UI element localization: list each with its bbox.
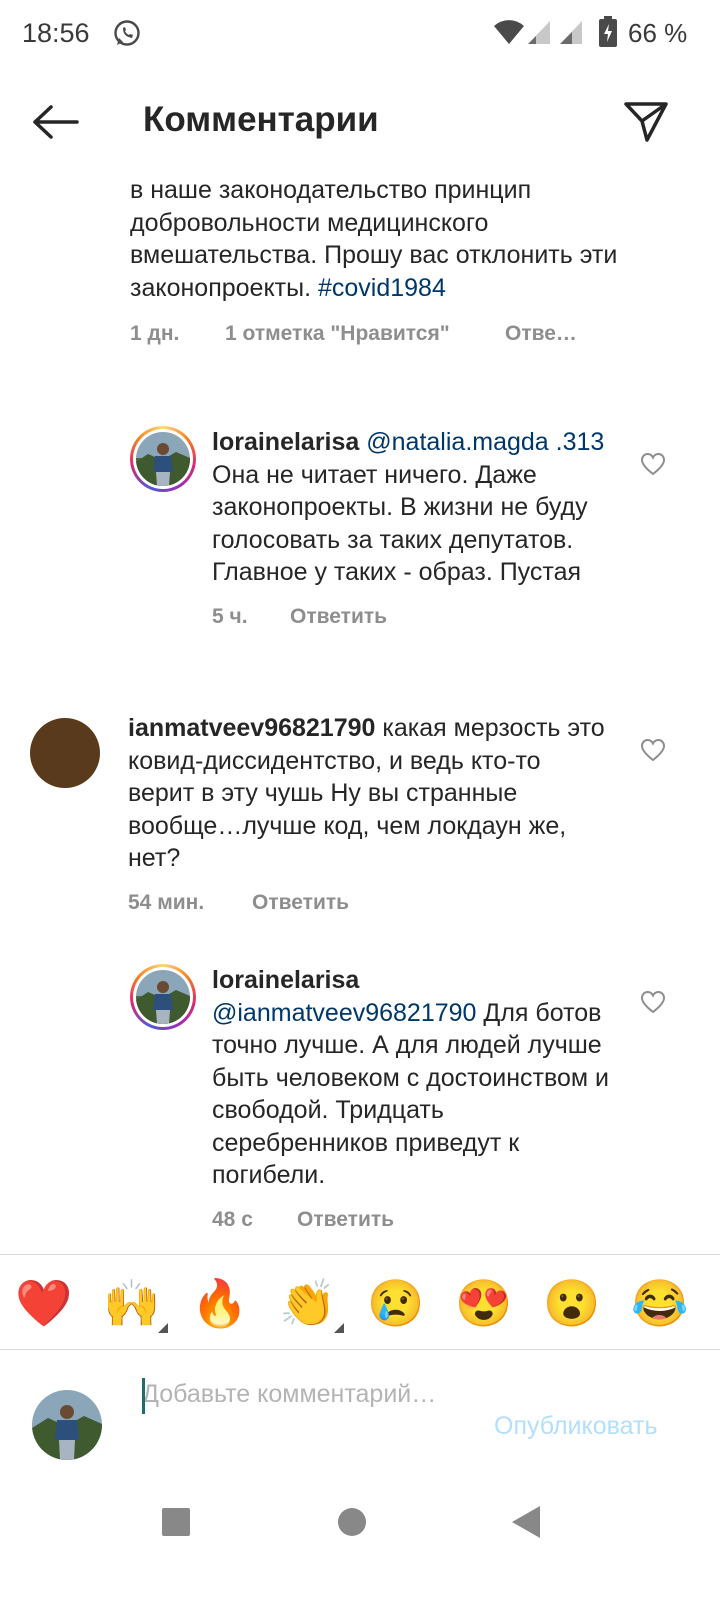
comment-meta: 1 дн. 1 отметка "Нравится" Отве…	[130, 322, 620, 346]
comment-text: lorainelarisa @natalia.magda .313 Она не…	[212, 428, 605, 586]
skin-tone-indicator	[334, 1323, 344, 1333]
likes-count[interactable]: 1 отметка "Нравится"	[225, 322, 505, 346]
raised-hands-emoji-button[interactable]: 🙌	[102, 1275, 168, 1333]
text-cursor	[142, 1378, 145, 1414]
heart-icon[interactable]	[640, 452, 666, 476]
crying-emoji-button[interactable]: 😢	[366, 1275, 426, 1331]
heart-emoji-button[interactable]: ❤️	[14, 1275, 74, 1331]
quick-reactions-bar: ❤️ 🙌 🔥 👏 😢 😍 😮 😂	[0, 1254, 720, 1350]
comment-meta: 5 ч. Ответить	[212, 605, 612, 629]
comments-list[interactable]: в наше законодательство принцип добровол…	[0, 170, 720, 1280]
comment-composer: Добавьте комментарий… Опубликовать	[0, 1350, 720, 1472]
heart-eyes-emoji-button[interactable]: 😍	[454, 1275, 514, 1331]
comment-time: 48 с	[212, 1207, 253, 1231]
reply-button[interactable]: Ответить	[252, 891, 349, 915]
circle-icon	[338, 1508, 366, 1536]
clapping-emoji-button[interactable]: 👏	[278, 1275, 344, 1333]
whatsapp-icon	[114, 20, 140, 46]
avatar[interactable]	[130, 426, 196, 492]
comment-item: в наше законодательство принцип добровол…	[130, 174, 620, 346]
comment-text: lorainelarisa @ianmatveev96821790 Для бо…	[212, 966, 609, 1189]
wifi-icon	[494, 20, 524, 44]
publish-button[interactable]: Опубликовать	[494, 1412, 657, 1441]
reply-button[interactable]: Ответить	[290, 605, 387, 629]
avatar[interactable]	[130, 964, 196, 1030]
mention-link[interactable]: @ianmatveev96821790	[212, 999, 476, 1027]
comment-body: ianmatveev96821790 какая мерзость это ко…	[128, 712, 612, 915]
send-icon	[624, 102, 668, 142]
signal-icon-2	[560, 21, 582, 44]
reply-button[interactable]: Ответить	[297, 1208, 394, 1232]
home-button[interactable]	[322, 1502, 382, 1542]
status-time: 18:56	[22, 18, 90, 48]
signal-icon	[528, 21, 550, 44]
profile-photo	[136, 432, 190, 486]
comment-meta: 48 с Ответить	[212, 1208, 612, 1232]
comment-placeholder: Добавьте комментарий…	[142, 1380, 437, 1408]
system-nav-bar	[0, 1472, 720, 1600]
heart-icon[interactable]	[640, 990, 666, 1014]
profile-photo	[136, 970, 190, 1024]
fire-emoji-button[interactable]: 🔥	[190, 1275, 250, 1331]
square-icon	[162, 1508, 190, 1536]
recents-button[interactable]	[146, 1502, 206, 1542]
mention-link[interactable]: @natalia.magda .313	[366, 428, 604, 456]
share-button[interactable]	[620, 96, 672, 148]
comment-text: ianmatveev96821790 какая мерзость это ко…	[128, 714, 605, 872]
skin-tone-indicator	[158, 1323, 168, 1333]
back-button[interactable]	[28, 98, 82, 146]
reply-button[interactable]: Отве…	[505, 322, 577, 346]
my-avatar	[32, 1390, 102, 1460]
username-link[interactable]: ianmatveev96821790	[128, 714, 375, 742]
reply-body: lorainelarisa @ianmatveev96821790 Для бо…	[212, 964, 612, 1232]
laughing-emoji-button[interactable]: 😂	[630, 1275, 690, 1331]
username-link[interactable]: lorainelarisa	[212, 966, 359, 994]
surprised-emoji-button[interactable]: 😮	[542, 1275, 602, 1331]
status-bar: 18:56 66 %	[0, 0, 720, 68]
comment-meta: 54 мин. Ответить	[128, 891, 612, 915]
page-title: Комментарии	[143, 100, 379, 139]
comment-time: 54 мин.	[128, 890, 205, 914]
reply-body: lorainelarisa @natalia.magda .313 Она не…	[212, 426, 612, 629]
battery-icon	[599, 16, 617, 47]
back-nav-button[interactable]	[496, 1502, 556, 1542]
top-bar: Комментарии	[0, 80, 720, 170]
avatar[interactable]	[30, 718, 100, 788]
hashtag-link[interactable]: #covid1984	[318, 274, 446, 302]
comment-time: 5 ч.	[212, 604, 248, 628]
arrow-left-icon	[33, 105, 79, 139]
comment-text: в наше законодательство принцип добровол…	[130, 176, 618, 302]
triangle-back-icon	[512, 1506, 540, 1538]
comment-input[interactable]: Добавьте комментарий…	[142, 1378, 462, 1448]
battery-percent: 66 %	[628, 18, 688, 48]
username-link[interactable]: lorainelarisa	[212, 428, 359, 456]
heart-icon[interactable]	[640, 738, 666, 762]
comment-time: 1 дн.	[130, 322, 180, 345]
